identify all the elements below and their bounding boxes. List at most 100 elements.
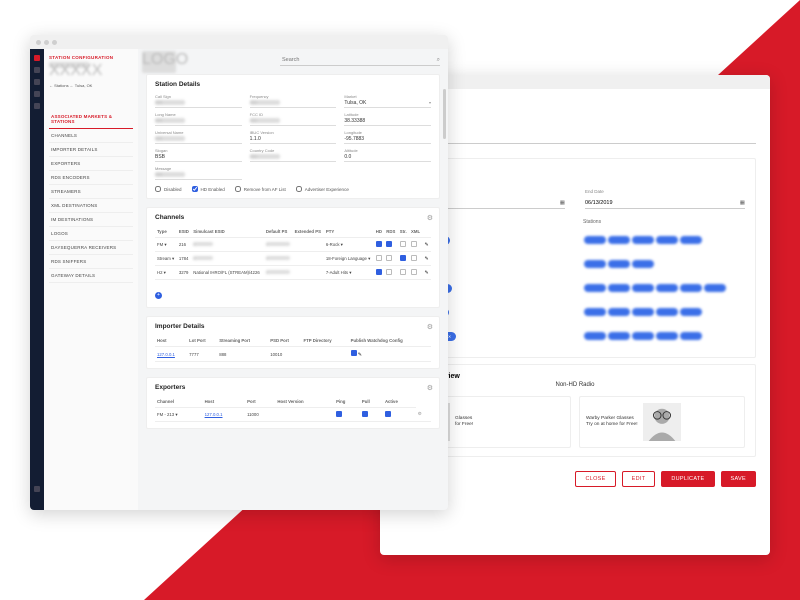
field-message[interactable]: Messagexxx [155, 166, 242, 180]
close-button[interactable]: CLOSE [575, 471, 615, 487]
edit-icon[interactable]: ✎ [424, 270, 428, 276]
field-universal_name[interactable]: Universal Namexxx [155, 130, 242, 144]
station-pill[interactable]: XXXX [680, 332, 702, 340]
field-market[interactable]: MarketTulsa, OK▾ [344, 94, 431, 108]
rail-icon[interactable] [34, 67, 40, 73]
field-latitude[interactable]: Latitude38.33388 [344, 112, 431, 126]
station-pill[interactable]: XXXX [656, 308, 678, 316]
sidebar-item[interactable]: XML DESTINATIONS [49, 199, 133, 213]
calendar-icon[interactable]: ▦ [560, 200, 565, 206]
rail-icon[interactable] [34, 79, 40, 85]
save-button[interactable]: SAVE [721, 471, 756, 487]
add-channel-button[interactable]: + [155, 292, 162, 299]
end-date-field[interactable]: End Date 06/13/2019▦ [585, 180, 745, 209]
duplicate-button[interactable]: DUPLICATE [661, 471, 714, 487]
blurred-text: XXXXX [49, 62, 89, 68]
checkbox-icon[interactable] [386, 255, 392, 261]
field-ibuc_version[interactable]: IBUC Version1.1.0 [250, 130, 337, 144]
station-pill[interactable]: XXXX [608, 284, 630, 292]
edit-button[interactable]: EDIT [622, 471, 656, 487]
station-pill[interactable]: XXXX [656, 236, 678, 244]
gear-icon[interactable]: ⚙ [427, 323, 433, 331]
field-call_sign[interactable]: Call Signxxx [155, 94, 242, 108]
checkbox-icon[interactable] [411, 241, 417, 247]
search-input[interactable] [280, 55, 440, 66]
checkbox-icon[interactable] [386, 241, 392, 247]
station-pill[interactable]: XXXX [680, 308, 702, 316]
edit-icon[interactable]: ✎ [358, 352, 362, 358]
station-pill[interactable]: XXXX [608, 308, 630, 316]
rail-icon[interactable] [34, 486, 40, 492]
station-pill[interactable]: XXXX [584, 236, 606, 244]
advertiser-value: Warby Parker [394, 133, 756, 144]
exporters-card: ⚙ Exporters ChannelHostPortHost VersionP… [146, 377, 440, 429]
sidebar-item[interactable]: IMPORTER DETAILS [49, 143, 133, 157]
sidebar-item[interactable]: RDS SNIFFERS [49, 255, 133, 269]
checkbox-icon[interactable] [376, 255, 382, 261]
sidebar-item[interactable]: IM DESTINATIONS [49, 213, 133, 227]
sidebar-item[interactable]: ASSOCIATED MARKETS & STATIONS [49, 110, 133, 129]
field-frequency[interactable]: Frequencyxxx [250, 94, 337, 108]
checkbox-remove_af[interactable]: Remove from AF List [235, 186, 286, 192]
station-pill[interactable]: XXXX [656, 332, 678, 340]
content-preview-title: Content Preview [405, 373, 745, 380]
search-icon[interactable]: ⌕ [437, 57, 440, 64]
station-pill[interactable]: XXXX [608, 236, 630, 244]
station-pill[interactable]: XXXX [656, 284, 678, 292]
station-pill[interactable]: XXXX [704, 284, 726, 292]
station-pill[interactable]: XXXX [680, 284, 702, 292]
gear-icon[interactable]: ⚙ [427, 384, 433, 392]
station-pill[interactable]: XXXX [632, 332, 654, 340]
checkbox-icon[interactable] [400, 241, 406, 247]
breadcrumb[interactable]: ← Stations ← Tulsa, OK [49, 83, 133, 88]
sidebar-item[interactable]: CHANNELS [49, 129, 133, 143]
station-pill[interactable]: XXXX [632, 284, 654, 292]
field-fcc_id[interactable]: FCC IDxxx [250, 112, 337, 126]
edit-icon[interactable]: ✎ [424, 242, 428, 248]
card-title: Importer Details [155, 323, 431, 330]
sidebar-item[interactable]: STREAMERS [49, 185, 133, 199]
calendar-icon[interactable]: ▦ [740, 200, 745, 206]
rail-icon[interactable] [34, 91, 40, 97]
sidebar-item[interactable]: EXPORTERS [49, 157, 133, 171]
station-pill[interactable]: XXXX [608, 332, 630, 340]
checkbox-hd_enabled[interactable]: HD Enabled [192, 186, 225, 192]
rail-icon[interactable] [34, 103, 40, 109]
field-altitude[interactable]: Altitude0.0 [344, 148, 431, 162]
scrollbar-thumb[interactable] [443, 89, 446, 139]
checkbox-disabled[interactable]: Disabled [155, 186, 182, 192]
sidebar-item[interactable]: LOGOS [49, 227, 133, 241]
station-pill[interactable]: XXXX [584, 260, 606, 268]
checkbox-icon[interactable] [400, 269, 406, 275]
station-pill[interactable]: XXXX [584, 308, 606, 316]
sidebar-item[interactable]: GATEWAY DETAILS [49, 269, 133, 283]
checkbox-icon[interactable] [376, 241, 382, 247]
channel-row: Stream ▾1784xx18-Foreign Language ▾✎ [155, 252, 431, 266]
station-pill[interactable]: XXXX [632, 236, 654, 244]
station-pill[interactable]: XXXX [608, 260, 630, 268]
checkbox-icon[interactable] [386, 269, 392, 275]
page-title: STATION CONFIGURATION [49, 55, 133, 60]
sidebar-item[interactable]: RDS ENCODERS [49, 171, 133, 185]
gear-icon[interactable]: ⚙ [427, 214, 433, 222]
field-long_name[interactable]: Long Namexxx [155, 112, 242, 126]
station-pill[interactable]: XXXX [680, 236, 702, 244]
field-longitude[interactable]: Longitude-95.7883 [344, 130, 431, 144]
checkbox-icon[interactable] [411, 255, 417, 261]
rail-icon[interactable] [34, 55, 40, 61]
checkbox-icon[interactable] [400, 255, 406, 261]
station-pill[interactable]: XXXX [584, 332, 606, 340]
gear-icon[interactable]: ⚙ [418, 411, 422, 416]
checkbox-icon[interactable] [411, 269, 417, 275]
checkbox-icon[interactable] [376, 269, 382, 275]
edit-icon[interactable]: ✎ [424, 256, 428, 262]
station-pill[interactable]: XXXX [632, 260, 654, 268]
field-slogan[interactable]: SloganBSB [155, 148, 242, 162]
channel-row: H2 ▾3279National IHRO/FL (STREAM)/4226x7… [155, 266, 431, 280]
sidebar-item[interactable]: DAYSEQUERRA RECEIVERS [49, 241, 133, 255]
advertiser-field[interactable]: Advertiser Warby Parker [394, 115, 756, 144]
station-pill[interactable]: XXXX [584, 284, 606, 292]
checkbox-advertiser_exp[interactable]: Advertiser Experience [296, 186, 349, 192]
field-country_code[interactable]: Country Codexxx [250, 148, 337, 162]
station-pill[interactable]: XXXX [632, 308, 654, 316]
